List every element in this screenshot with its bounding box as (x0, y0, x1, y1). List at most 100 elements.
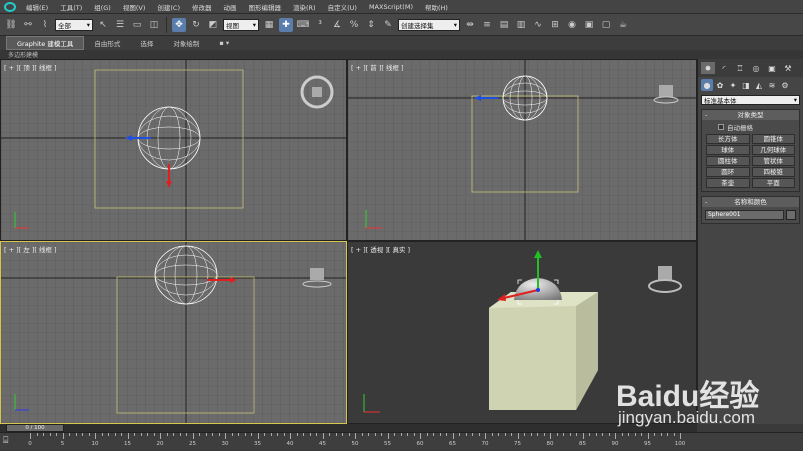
move-icon[interactable]: ✥ (172, 17, 186, 32)
bind-spacewarp-icon[interactable]: ⌇ (38, 18, 52, 32)
unlink-icon[interactable]: ⚯ (21, 18, 35, 32)
selection-filter-dropdown[interactable]: 全部 ▾ (55, 18, 93, 31)
rect-selection-icon[interactable]: ▭ (130, 18, 144, 32)
menu-tools[interactable]: 工具(T) (54, 2, 88, 12)
menu-modifiers[interactable]: 修改器 (186, 2, 218, 12)
time-slider[interactable]: 0 / 100 (6, 424, 64, 432)
name-color-header[interactable]: - 名称和颜色 (702, 197, 799, 207)
rotate-icon[interactable]: ↻ (189, 18, 203, 32)
cone-button[interactable]: 圆锥体 (751, 134, 795, 144)
named-selection-dropdown[interactable]: 创建选择集 ▾ (398, 18, 460, 31)
frame-ruler[interactable]: 0 5 10 15 20 25 30 35 40 45 50 55 60 65 70 75 80 85 90 95 10… (26, 433, 686, 451)
box-button[interactable]: 长方体 (706, 134, 750, 144)
ruler-tick (114, 433, 116, 436)
viewport-top[interactable]: [ + ][ 顶 ][ 线框 ] (0, 59, 347, 241)
schematic-view-icon[interactable]: ⊞ (548, 18, 562, 32)
tube-button[interactable]: 管状体 (751, 156, 795, 166)
motion-tab-icon[interactable]: ◎ (749, 62, 763, 74)
menu-edit[interactable]: 编辑(E) (20, 2, 54, 12)
select-object-icon[interactable]: ↖ (96, 18, 110, 32)
ruler-tick (309, 433, 311, 436)
percent-snap-icon[interactable]: % (347, 18, 361, 32)
align-icon[interactable]: ≡ (480, 18, 494, 32)
watermark-url: jingyan.baidu.com (618, 408, 756, 427)
viewport-left-canvas (1, 242, 346, 423)
spacewarps-icon[interactable]: ≋ (766, 79, 778, 91)
tab-freeform[interactable]: 自由形式 (84, 37, 130, 49)
sphere-button[interactable]: 球体 (706, 145, 750, 155)
shapes-icon[interactable]: ✿ (714, 79, 726, 91)
autogrid-checkbox-row[interactable]: 自动栅格 (702, 120, 799, 132)
modify-tab-icon[interactable]: ◜ (717, 62, 731, 74)
create-tab-icon[interactable]: ✸ (701, 62, 715, 74)
autogrid-checkbox[interactable] (718, 124, 724, 130)
systems-icon[interactable]: ⚙ (779, 79, 791, 91)
menu-views[interactable]: 视图(V) (117, 2, 152, 12)
edit-named-selection-icon[interactable]: ✎ (381, 18, 395, 32)
app-logo-icon[interactable] (0, 0, 20, 14)
hierarchy-tab-icon[interactable]: ♖ (733, 62, 747, 74)
tab-selection[interactable]: 选择 (130, 37, 163, 49)
viewport-front-label[interactable]: [ + ][ 前 ][ 线框 ] (351, 62, 404, 72)
link-icon[interactable]: ⛓ (4, 18, 18, 32)
viewport-top-label[interactable]: [ + ][ 顶 ][ 线框 ] (4, 62, 57, 72)
primitive-type-dropdown[interactable]: 标准基本体 ▾ (701, 95, 800, 105)
track-bar-toggle-icon[interactable]: ⌸ (3, 436, 17, 447)
render-teapot-icon[interactable]: ☕ (616, 18, 630, 32)
name-color-rollout: - 名称和颜色 Sphere001 (701, 196, 800, 224)
box-object[interactable] (489, 292, 598, 410)
geosphere-button[interactable]: 几何球体 (751, 145, 795, 155)
pyramid-button[interactable]: 四棱锥 (751, 167, 795, 177)
display-tab-icon[interactable]: ▣ (765, 62, 779, 74)
viewport-front[interactable]: [ + ][ 前 ][ 线框 ] (347, 59, 697, 241)
cylinder-button[interactable]: 圆柱体 (706, 156, 750, 166)
object-color-swatch[interactable] (786, 210, 796, 220)
ref-coord-dropdown[interactable]: 视图 ▾ (223, 18, 259, 31)
tab-object-paint[interactable]: 对象绘制 (163, 37, 209, 49)
tab-graphite-modeling[interactable]: Graphite 建模工具 (6, 36, 85, 50)
pivot-center-icon[interactable]: ▦ (262, 18, 276, 32)
menu-customize[interactable]: 自定义(U) (322, 2, 363, 12)
timeline-bar[interactable]: 0 / 100 (0, 424, 697, 432)
snap-toggle-icon[interactable]: ³ (313, 18, 327, 32)
utilities-tab-icon[interactable]: ⚒ (781, 62, 795, 74)
scale-icon[interactable]: ◩ (206, 18, 220, 32)
viewport-left-label[interactable]: [ + ][ 左 ][ 线框 ] (4, 244, 57, 254)
viewport-perspective-label[interactable]: [ + ][ 透视 ][ 真实 ] (351, 244, 410, 254)
ruler-tick (478, 433, 480, 436)
menu-animation[interactable]: 动画 (218, 2, 243, 12)
window-crossing-icon[interactable]: ◫ (147, 18, 161, 32)
mirror-icon[interactable]: ⇹ (463, 18, 477, 32)
material-editor-icon[interactable]: ◉ (565, 18, 579, 32)
keyboard-shortcut-icon[interactable]: ⌨ (296, 18, 310, 32)
viewport-left[interactable]: [ + ][ 左 ][ 线框 ] (0, 241, 347, 424)
select-manipulate-icon[interactable]: ✚ (279, 17, 293, 32)
geometry-icon[interactable]: ● (701, 79, 713, 91)
cameras-icon[interactable]: ◨ (740, 79, 752, 91)
select-by-name-icon[interactable]: ☰ (113, 18, 127, 32)
menu-group[interactable]: 组(G) (88, 2, 117, 12)
rendered-frame-icon[interactable]: ▢ (599, 18, 613, 32)
angle-snap-icon[interactable]: ∡ (330, 18, 344, 32)
teapot-button[interactable]: 茶壶 (706, 178, 750, 188)
menu-help[interactable]: 帮助(H) (419, 2, 454, 12)
curve-editor-icon[interactable]: ∿ (531, 18, 545, 32)
render-setup-icon[interactable]: ▣ (582, 18, 596, 32)
graphite-toggle-icon[interactable]: ▥ (514, 18, 528, 32)
lights-icon[interactable]: ✦ (727, 79, 739, 91)
ruler-tick (238, 433, 239, 436)
torus-button[interactable]: 圆环 (706, 167, 750, 177)
spinner-snap-icon[interactable]: ⇕ (364, 18, 378, 32)
object-name-input[interactable]: Sphere001 (705, 210, 784, 220)
menu-maxscript[interactable]: MAXScript(M) (363, 3, 419, 11)
ribbon-tabs: Graphite 建模工具 自由形式 选择 对象绘制 ▪ ▾ (0, 36, 803, 50)
menu-graph-editors[interactable]: 图形编辑器 (243, 2, 288, 12)
object-type-header[interactable]: - 对象类型 (702, 110, 799, 120)
ribbon-options-icon[interactable]: ▪ ▾ (209, 38, 239, 48)
menu-rendering[interactable]: 渲染(R) (287, 2, 322, 12)
layer-manager-icon[interactable]: ▤ (497, 18, 511, 32)
menu-create[interactable]: 创建(C) (151, 2, 186, 12)
plane-button[interactable]: 平面 (751, 178, 795, 188)
helpers-icon[interactable]: ◭ (753, 79, 765, 91)
baidu-watermark: Baidu经验 jingyan.baidu.com (612, 353, 762, 443)
